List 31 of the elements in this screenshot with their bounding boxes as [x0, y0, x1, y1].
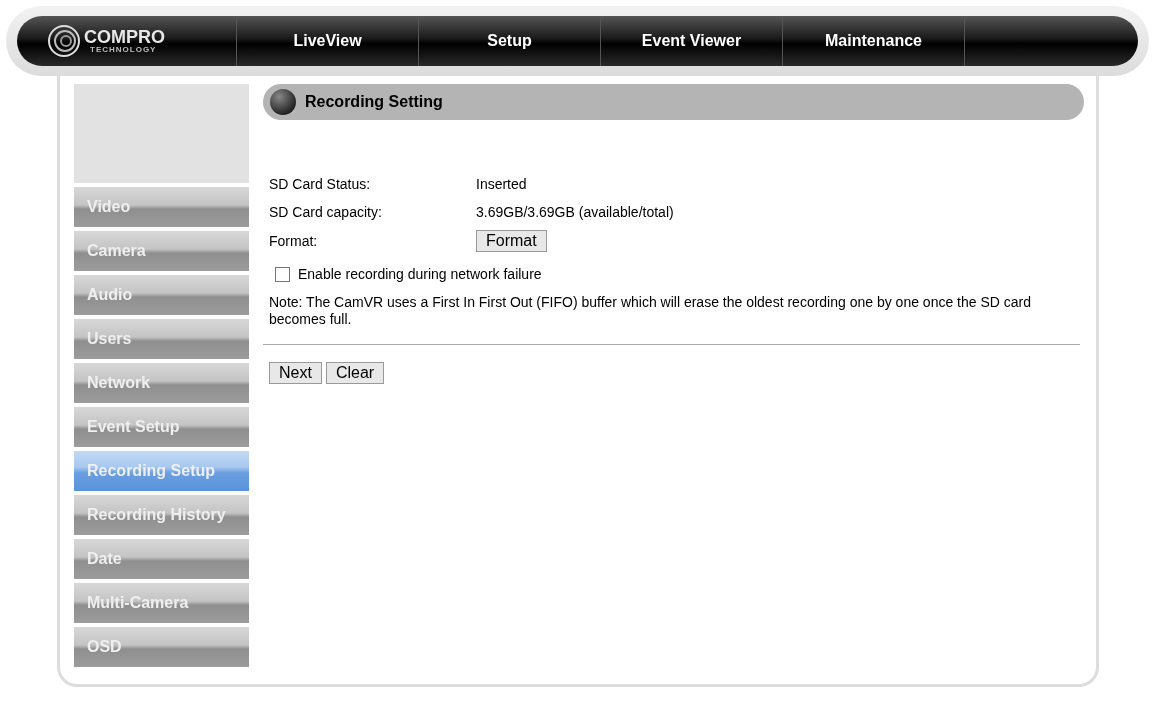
action-button[interactable]: Clear: [325, 361, 385, 384]
sidebar-item[interactable]: Camera: [74, 231, 249, 271]
sidebar-item[interactable]: Date: [74, 539, 249, 579]
field-value: Inserted: [476, 176, 527, 192]
sidebar-item[interactable]: Audio: [74, 275, 249, 315]
logo-name: COMPRO: [84, 28, 165, 46]
sidebar-item[interactable]: Recording Setup: [74, 451, 249, 491]
nav-tab[interactable]: LiveView: [237, 16, 419, 66]
sidebar-item[interactable]: Multi-Camera: [74, 583, 249, 623]
sidebar-item[interactable]: Recording History: [74, 495, 249, 535]
format-button[interactable]: Format: [476, 230, 547, 252]
note-text: Note: The CamVR uses a First In First Out (FIFO) buffer which will erase the oldest recording one by one once the SD card becomes full.: [269, 294, 1033, 328]
nav-tab[interactable]: Maintenance: [783, 16, 965, 66]
checkbox[interactable]: [275, 266, 290, 282]
sidebar-item[interactable]: Users: [74, 319, 249, 359]
field-label: SD Card Status:: [269, 176, 372, 192]
sidebar-item[interactable]: Event Setup: [74, 407, 249, 447]
nav-tab[interactable]: Event Viewer: [601, 16, 783, 66]
field-label: SD Card capacity:: [269, 204, 383, 220]
nav-tab[interactable]: Setup: [419, 16, 601, 66]
field-label: Format:: [269, 233, 319, 249]
action-button[interactable]: Next: [269, 361, 322, 384]
logo-tagline: TECHNOLOGY: [90, 46, 158, 54]
field-value: 3.69GB/3.69GB (available/total): [476, 204, 674, 220]
sidebar-item[interactable]: Network: [74, 363, 249, 403]
swirl-logo-icon: [47, 24, 81, 58]
sidebar-item[interactable]: Video: [74, 187, 249, 227]
checkbox-label: Enable recording during network failure: [298, 266, 542, 282]
sidebar-item[interactable]: OSD: [74, 627, 249, 667]
sphere-icon: [269, 88, 297, 116]
section-title: Recording Setting: [305, 93, 443, 111]
